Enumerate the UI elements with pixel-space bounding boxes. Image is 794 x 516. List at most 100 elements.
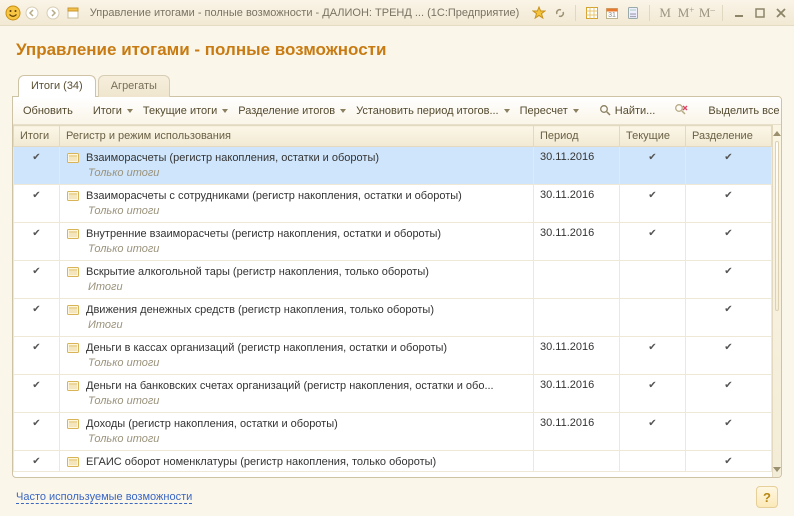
window-doc-icon [65,4,82,22]
itogi-check-icon [14,223,59,243]
col-header-split[interactable]: Разделение [686,126,772,147]
nav-back-button[interactable] [23,4,42,22]
register-name: Взаиморасчеты (регистр накопления, остат… [86,152,379,164]
register-name: Деньги на банковских счетах организаций … [86,380,494,392]
itogi-check-icon [14,375,59,395]
register-icon [66,341,80,355]
period-value: 30.11.2016 [534,223,619,243]
recalc-menu[interactable]: Пересчет [516,103,583,119]
titlebar: Управление итогами - полные возможности … [0,0,794,26]
col-header-current[interactable]: Текущие [620,126,686,147]
search-icon [599,104,612,117]
current-itogi-menu[interactable]: Текущие итоги [139,103,232,119]
itogi-check-icon [14,337,59,357]
current-check-icon [620,223,685,243]
register-icon [66,379,80,393]
itogi-check-icon [14,413,59,433]
titlebar-divider-3 [722,5,723,21]
register-mode: Итоги [60,317,533,336]
register-icon [66,265,80,279]
grid[interactable]: Итоги Регистр и режим использования Пери… [13,125,772,477]
tab-itogi[interactable]: Итоги (34) [18,75,96,97]
clear-filter-button[interactable] [671,101,692,120]
frequently-used-link[interactable]: Часто используемые возможности [16,491,192,504]
register-icon [66,151,80,165]
table-row[interactable]: Внутренние взаиморасчеты (регистр накопл… [14,223,772,261]
itogi-menu[interactable]: Итоги [89,103,137,119]
table-row[interactable]: Доходы (регистр накопления, остатки и об… [14,413,772,451]
split-check-icon [686,413,771,433]
split-itogi-menu[interactable]: Разделение итогов [234,103,350,119]
col-header-itogi[interactable]: Итоги [14,126,60,147]
titlebar-divider [575,5,576,21]
calendar-tool-icon[interactable]: 31 [603,4,622,22]
scroll-track[interactable] [773,141,781,461]
tab-agregaty[interactable]: Агрегаты [98,75,170,97]
split-check-icon [686,147,771,167]
register-name: Вскрытие алкогольной тары (регистр накоп… [86,266,429,278]
m-minus-button[interactable]: M [697,4,716,22]
col-header-period[interactable]: Период [534,126,620,147]
table-row[interactable]: Движения денежных средств (регистр накоп… [14,299,772,337]
table-row[interactable]: Взаиморасчеты (регистр накопления, остат… [14,147,772,185]
grid-tool-icon[interactable] [582,4,601,22]
chevron-down-icon [222,109,228,113]
itogi-check-icon [14,185,59,205]
register-icon [66,303,80,317]
window-body: Управление итогами - полные возможности … [0,26,794,516]
table-row[interactable]: Взаиморасчеты с сотрудниками (регистр на… [14,185,772,223]
m-button[interactable]: M [656,4,675,22]
tabstrip: Итоги (34) Агрегаты [12,70,782,96]
split-check-icon [686,223,771,243]
itogi-check-icon [14,299,59,319]
table-row[interactable]: Деньги в кассах организаций (регистр нак… [14,337,772,375]
register-icon [66,227,80,241]
grid-wrap: Итоги Регистр и режим использования Пери… [13,125,781,477]
current-check-icon [620,413,685,433]
period-value [534,261,619,269]
find-button[interactable]: Найти... [595,102,660,119]
current-check-icon [620,337,685,357]
chevron-down-icon [573,109,579,113]
registers-table: Итоги Регистр и режим использования Пери… [13,125,772,472]
table-row[interactable]: Вскрытие алкогольной тары (регистр накоп… [14,261,772,299]
vertical-scrollbar[interactable] [772,125,781,477]
scroll-down-button[interactable] [773,461,781,477]
current-check-icon [620,185,685,205]
set-period-label: Установить период итогов... [356,105,499,117]
close-button[interactable] [771,4,790,22]
table-row[interactable]: ЕГАИС оборот номенклатуры (регистр накоп… [14,451,772,472]
split-check-icon [686,375,771,395]
register-name: Деньги в кассах организаций (регистр нак… [86,342,447,354]
select-all-button[interactable]: Выделить все [704,103,782,119]
period-value: 30.11.2016 [534,185,619,205]
split-check-icon [686,299,771,319]
period-value: 30.11.2016 [534,375,619,395]
svg-text:31: 31 [608,12,616,19]
link-icon[interactable] [550,4,569,22]
minimize-button[interactable] [729,4,748,22]
split-check-icon [686,185,771,205]
set-period-menu[interactable]: Установить период итогов... [352,103,514,119]
m-plus-button[interactable]: M [677,4,696,22]
favorite-star-icon[interactable] [529,4,548,22]
register-icon [66,417,80,431]
scroll-thumb[interactable] [775,141,779,311]
page-title: Управление итогами - полные возможности [16,40,782,60]
table-row[interactable]: Деньги на банковских счетах организаций … [14,375,772,413]
help-button[interactable]: ? [756,486,778,508]
maximize-button[interactable] [750,4,769,22]
register-mode: Только итоги [60,393,533,412]
refresh-button[interactable]: Обновить [19,103,77,119]
recalc-label: Пересчет [520,105,568,117]
tab-panel: Обновить Итоги Текущие итоги Разделение … [12,96,782,478]
footer: Часто используемые возможности ? [12,478,782,508]
nav-forward-button[interactable] [44,4,63,22]
itogi-menu-label: Итоги [93,105,122,117]
col-header-register[interactable]: Регистр и режим использования [60,126,534,147]
register-mode: Только итоги [60,355,533,374]
chevron-down-icon [127,109,133,113]
calc-tool-icon[interactable] [624,4,643,22]
scroll-up-button[interactable] [773,125,781,141]
period-value [534,299,619,307]
